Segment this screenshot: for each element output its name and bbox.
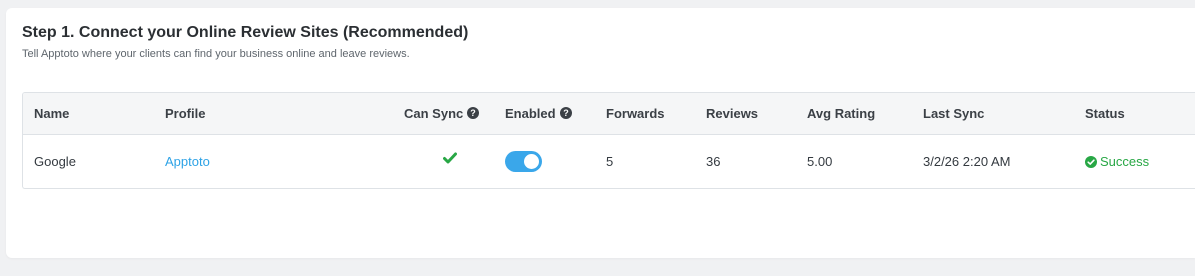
cell-forwards: 5: [606, 154, 614, 169]
question-circle-icon[interactable]: ?: [559, 107, 572, 122]
check-icon: [443, 151, 457, 169]
table-header: Name Profile Can Sync? Enabled? Forwards…: [23, 93, 1195, 135]
toggle-knob: [524, 154, 539, 169]
review-sites-card: Step 1. Connect your Online Review Sites…: [6, 8, 1195, 258]
column-header-avg-rating[interactable]: Avg Rating: [807, 106, 875, 121]
cell-reviews: 36: [706, 154, 721, 169]
profile-link[interactable]: Apptoto: [165, 154, 210, 169]
step-subtitle: Tell Apptoto where your clients can find…: [22, 48, 410, 60]
enabled-toggle[interactable]: [505, 151, 542, 172]
svg-text:?: ?: [563, 108, 569, 118]
cell-name: Google: [34, 154, 76, 169]
status-badge: Success: [1085, 154, 1149, 169]
column-header-enabled: Enabled?: [505, 106, 572, 122]
status-label: Success: [1100, 154, 1150, 169]
column-header-name[interactable]: Name: [34, 106, 69, 121]
column-header-last-sync[interactable]: Last Sync: [923, 106, 984, 121]
column-header-enabled-label: Enabled: [505, 106, 556, 121]
check-circle-icon: [1085, 156, 1097, 168]
column-header-status[interactable]: Status: [1085, 106, 1125, 121]
question-circle-icon[interactable]: ?: [467, 107, 480, 122]
column-header-profile[interactable]: Profile: [165, 106, 205, 121]
cell-avg-rating: 5.00: [807, 154, 833, 169]
step-title: Step 1. Connect your Online Review Sites…: [22, 24, 469, 41]
review-sites-table: Name Profile Can Sync? Enabled? Forwards…: [22, 92, 1195, 189]
svg-text:?: ?: [471, 108, 477, 118]
cell-last-sync: 3/2/26 2:20 AM: [923, 154, 1011, 169]
column-header-can-sync-label: Can Sync: [404, 106, 464, 121]
column-header-can-sync: Can Sync?: [404, 106, 480, 122]
column-header-forwards[interactable]: Forwards: [606, 106, 665, 121]
column-header-reviews[interactable]: Reviews: [706, 106, 758, 121]
